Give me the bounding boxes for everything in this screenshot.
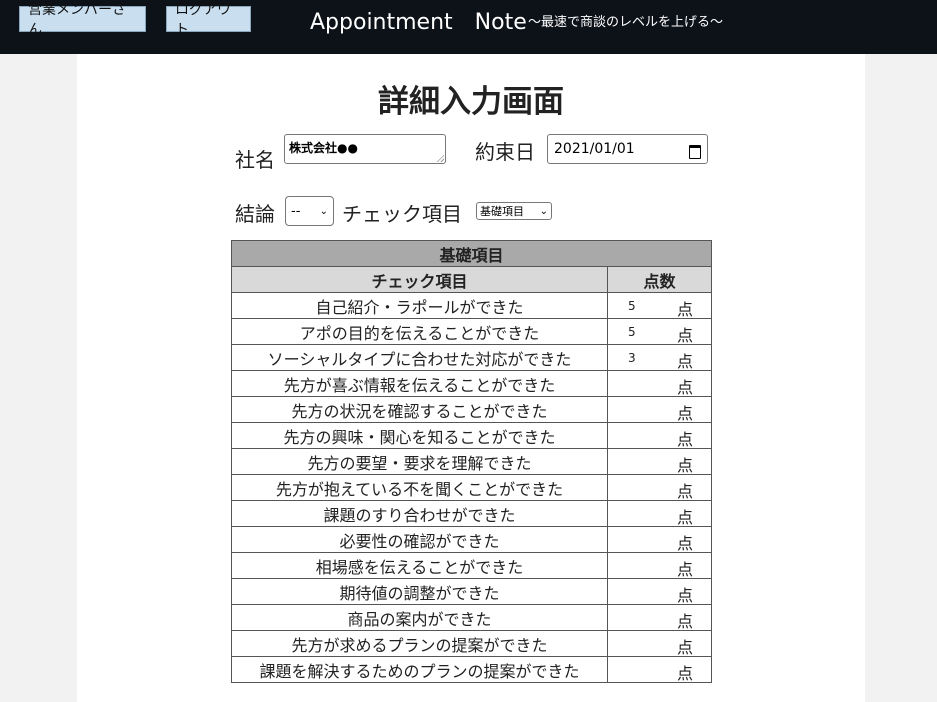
score-cell: 点 (606, 552, 713, 579)
score-input[interactable]: 5 (628, 299, 636, 313)
company-name-value: 株式会社●● (289, 141, 358, 155)
score-unit: 点 (677, 482, 694, 501)
check-item-text: 相場感を伝えることができた (231, 552, 608, 579)
check-item-text: 先方の要望・要求を理解できた (231, 448, 608, 475)
chevron-down-icon: ⌄ (319, 205, 328, 217)
table-row: 課題を解決するためのプランの提案ができた 点 (231, 656, 713, 683)
table-row: 自己紹介・ラポールができた 5 点 (231, 292, 713, 319)
score-cell: 5点 (606, 318, 713, 345)
check-item-text: 課題を解決するためのプランの提案ができた (231, 656, 608, 683)
company-label: 社名 (235, 148, 275, 172)
check-items-table: 基礎項目 チェック項目 点数 自己紹介・ラポールができた 5 点アポの目的を伝えるこ… (230, 240, 713, 683)
conclusion-select[interactable]: -- ⌄ (285, 196, 334, 226)
date-value: 2021/01/01 (554, 141, 635, 157)
check-item-text: アポの目的を伝えることができた (231, 318, 608, 345)
score-input[interactable]: 5 (628, 325, 636, 339)
appointment-date-field[interactable]: 2021/01/01 (547, 134, 708, 164)
score-unit: 点 (677, 534, 694, 553)
score-cell: 点 (606, 526, 713, 553)
table-row: 必要性の確認ができた 点 (231, 526, 713, 553)
check-item-text: 必要性の確認ができた (231, 526, 608, 553)
app-title: Appointment Note (310, 10, 527, 35)
score-unit: 点 (677, 430, 694, 449)
score-cell: 点 (606, 578, 713, 605)
score-cell: 点 (606, 630, 713, 657)
conclusion-selected-value: -- (291, 203, 301, 219)
score-unit: 点 (677, 560, 694, 579)
score-cell: 3点 (606, 344, 713, 371)
table-row: アポの目的を伝えることができた 5 点 (231, 318, 713, 345)
table-row: 課題のすり合わせができた 点 (231, 500, 713, 527)
check-item-text: 商品の案内ができた (231, 604, 608, 631)
column-header-score: 点数 (606, 266, 713, 293)
detail-form-card: 詳細入力画面 社名 株式会社●● 約束日 2021/01/01 結論 -- ⌄ … (77, 54, 865, 702)
calendar-icon[interactable] (689, 143, 701, 159)
score-cell: 点 (606, 422, 713, 449)
date-label: 約束日 (475, 140, 535, 164)
score-cell: 点 (606, 656, 713, 683)
score-unit: 点 (677, 664, 694, 683)
page-title: 詳細入力画面 (378, 84, 564, 120)
resize-grip-icon[interactable] (436, 154, 444, 162)
column-header-item: チェック項目 (231, 266, 608, 293)
check-item-text: 自己紹介・ラポールができた (231, 292, 608, 319)
check-category-select[interactable]: 基礎項目 ⌄ (476, 202, 552, 220)
score-cell: 点 (606, 370, 713, 397)
table-row: ソーシャルタイプに合わせた対応ができた 3 点 (231, 344, 713, 371)
score-input[interactable]: 3 (628, 351, 636, 365)
score-cell: 点 (606, 448, 713, 475)
score-unit: 点 (677, 352, 694, 371)
score-cell: 点 (606, 396, 713, 423)
score-unit: 点 (677, 300, 694, 319)
table-row: 先方の興味・関心を知ることができた 点 (231, 422, 713, 449)
score-unit: 点 (677, 404, 694, 423)
table-row: 先方が求めるプランの提案ができた 点 (231, 630, 713, 657)
table-row: 先方の状況を確認することができた 点 (231, 396, 713, 423)
check-item-text: 先方が求めるプランの提案ができた (231, 630, 608, 657)
table-row: 期待値の調整ができた 点 (231, 578, 713, 605)
score-unit: 点 (677, 612, 694, 631)
score-unit: 点 (677, 456, 694, 475)
score-cell: 点 (606, 474, 713, 501)
app-subtitle: 〜最速で商談のレベルを上げる〜 (528, 15, 724, 30)
chevron-down-icon: ⌄ (539, 205, 548, 217)
conclusion-label: 結論 (235, 202, 275, 226)
score-cell: 5点 (606, 292, 713, 319)
company-name-field[interactable]: 株式会社●● (284, 134, 446, 164)
top-navigation-bar: 営業メンバーさん ログアウト Appointment Note 〜最速で商談のレ… (0, 0, 937, 54)
member-button[interactable]: 営業メンバーさん (19, 2, 146, 38)
check-item-text: 先方が抱えている不を聞くことができた (231, 474, 608, 501)
check-item-text: ソーシャルタイプに合わせた対応ができた (231, 344, 608, 371)
check-item-label: チェック項目 (342, 202, 462, 226)
score-unit: 点 (677, 586, 694, 605)
score-unit: 点 (677, 638, 694, 657)
check-item-text: 期待値の調整ができた (231, 578, 608, 605)
check-item-text: 先方の興味・関心を知ることができた (231, 422, 608, 449)
logout-button[interactable]: ログアウト (166, 2, 251, 38)
table-row: 商品の案内ができた 点 (231, 604, 713, 631)
check-category-selected-value: 基礎項目 (480, 205, 524, 218)
score-unit: 点 (677, 326, 694, 345)
check-item-text: 先方が喜ぶ情報を伝えることができた (231, 370, 608, 397)
check-item-text: 先方の状況を確認することができた (231, 396, 608, 423)
table-row: 先方が喜ぶ情報を伝えることができた 点 (231, 370, 713, 397)
score-unit: 点 (677, 508, 694, 527)
check-item-text: 課題のすり合わせができた (231, 500, 608, 527)
table-row: 相場感を伝えることができた 点 (231, 552, 713, 579)
table-row: 先方の要望・要求を理解できた 点 (231, 448, 713, 475)
table-section-title: 基礎項目 (230, 240, 713, 267)
table-row: 先方が抱えている不を聞くことができた 点 (231, 474, 713, 501)
score-cell: 点 (606, 500, 713, 527)
score-unit: 点 (677, 378, 694, 397)
score-cell: 点 (606, 604, 713, 631)
